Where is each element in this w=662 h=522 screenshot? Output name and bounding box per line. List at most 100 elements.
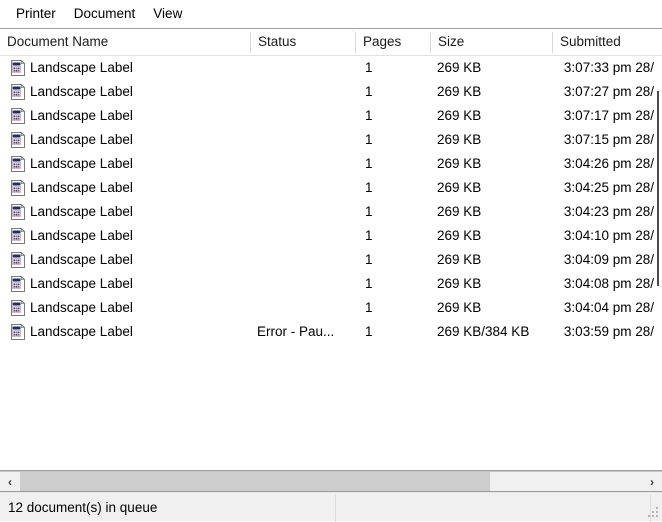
column-header-document-name[interactable]: Document Name xyxy=(0,29,250,55)
column-header-pages[interactable]: Pages xyxy=(356,29,430,55)
cell-status xyxy=(250,128,350,152)
cell-pages: 1 xyxy=(365,324,373,339)
cell-size: 269 KB xyxy=(437,108,482,123)
cell-pages: 1 xyxy=(365,204,373,219)
cell-status xyxy=(250,272,350,296)
cell-submitted: 3:07:33 pm 28/ xyxy=(563,60,654,75)
document-icon xyxy=(11,204,26,220)
menu-view[interactable]: View xyxy=(144,3,191,26)
cell-size: 269 KB xyxy=(437,60,482,75)
table-row[interactable]: Landscape Label 1 269 KB 3:04:10 pm 28/ xyxy=(0,224,662,248)
cell-size: 269 KB xyxy=(437,180,482,195)
cell-submitted: 3:04:23 pm 28/ xyxy=(563,204,654,219)
scrollbar-track[interactable] xyxy=(20,472,642,491)
cell-pages: 1 xyxy=(365,132,373,147)
column-header-submitted[interactable]: Submitted xyxy=(553,29,662,55)
cell-status xyxy=(250,104,350,128)
menu-printer[interactable]: Printer xyxy=(7,3,65,26)
document-icon xyxy=(11,132,26,148)
status-bar-divider-1 xyxy=(335,495,336,522)
table-row[interactable]: Landscape Label 1 269 KB 3:04:04 pm 28/ xyxy=(0,296,662,320)
document-icon xyxy=(11,300,26,316)
cell-submitted: 3:04:10 pm 28/ xyxy=(563,228,654,243)
menu-bar: Printer Document View xyxy=(0,0,662,28)
cell-size: 269 KB/384 KB xyxy=(437,324,530,339)
table-row[interactable]: Landscape Label 1 269 KB 3:04:25 pm 28/ xyxy=(0,176,662,200)
cell-document-name: Landscape Label xyxy=(30,252,133,267)
cell-status xyxy=(250,248,350,272)
cell-pages: 1 xyxy=(365,276,373,291)
cell-submitted: 3:04:08 pm 28/ xyxy=(563,276,654,291)
column-header-size[interactable]: Size xyxy=(431,29,552,55)
cell-size: 269 KB xyxy=(437,252,482,267)
cell-size: 269 KB xyxy=(437,84,482,99)
table-row[interactable]: Landscape Label Error - Pau... 1 269 KB/384… xyxy=(0,320,662,344)
cell-document-name: Landscape Label xyxy=(30,228,133,243)
table-row[interactable]: Landscape Label 1 269 KB 3:04:09 pm 28/ xyxy=(0,248,662,272)
document-icon xyxy=(11,156,26,172)
cell-submitted: 3:04:26 pm 28/ xyxy=(563,156,654,171)
status-bar-text: 12 document(s) in queue xyxy=(8,500,158,515)
cell-pages: 1 xyxy=(365,84,373,99)
cell-submitted: 3:07:17 pm 28/ xyxy=(563,108,654,123)
cell-document-name: Landscape Label xyxy=(30,156,133,171)
cell-pages: 1 xyxy=(365,156,373,171)
cell-status xyxy=(250,176,350,200)
document-icon xyxy=(11,228,26,244)
cell-document-name: Landscape Label xyxy=(30,276,133,291)
table-row[interactable]: Landscape Label 1 269 KB 3:04:08 pm 28/ xyxy=(0,272,662,296)
cell-status xyxy=(250,80,350,104)
cell-document-name: Landscape Label xyxy=(30,324,133,339)
table-row[interactable]: Landscape Label 1 269 KB 3:07:17 pm 28/ xyxy=(0,104,662,128)
cell-size: 269 KB xyxy=(437,300,482,315)
cell-pages: 1 xyxy=(365,108,373,123)
cell-pages: 1 xyxy=(365,228,373,243)
table-row[interactable]: Landscape Label 1 269 KB 3:04:26 pm 28/ xyxy=(0,152,662,176)
cell-status: Error - Pau... xyxy=(257,324,335,339)
cell-status xyxy=(250,224,350,248)
document-icon xyxy=(11,276,26,292)
cell-size: 269 KB xyxy=(437,204,482,219)
table-row[interactable]: Landscape Label 1 269 KB 3:07:27 pm 28/ xyxy=(0,80,662,104)
list-right-edge-sliver xyxy=(657,91,659,286)
resize-grip-icon[interactable] xyxy=(648,507,660,519)
cell-submitted: 3:07:15 pm 28/ xyxy=(563,132,654,147)
cell-submitted: 3:04:09 pm 28/ xyxy=(563,252,654,267)
document-icon xyxy=(11,84,26,100)
cell-status xyxy=(250,296,350,320)
table-row[interactable]: Landscape Label 1 269 KB 3:07:15 pm 28/ xyxy=(0,128,662,152)
scroll-right-arrow-icon[interactable]: › xyxy=(642,472,662,491)
cell-submitted: 3:04:04 pm 28/ xyxy=(563,300,654,315)
scroll-left-arrow-icon[interactable]: ‹ xyxy=(0,472,20,491)
table-header-row: Document Name Status Pages Size Submitte… xyxy=(0,29,662,56)
document-icon xyxy=(11,252,26,268)
document-icon xyxy=(11,60,26,76)
menu-document[interactable]: Document xyxy=(65,3,145,26)
cell-status xyxy=(250,152,350,176)
cell-submitted: 3:07:27 pm 28/ xyxy=(563,84,654,99)
cell-document-name: Landscape Label xyxy=(30,132,133,147)
table-row[interactable]: Landscape Label 1 269 KB 3:04:23 pm 28/ xyxy=(0,200,662,224)
horizontal-scrollbar[interactable]: ‹ › xyxy=(0,471,662,492)
cell-submitted: 3:04:25 pm 28/ xyxy=(563,180,654,195)
cell-pages: 1 xyxy=(365,180,373,195)
scrollbar-thumb[interactable] xyxy=(20,472,490,491)
cell-pages: 1 xyxy=(365,60,373,75)
cell-document-name: Landscape Label xyxy=(30,180,133,195)
document-icon xyxy=(11,108,26,124)
cell-status xyxy=(250,200,350,224)
cell-document-name: Landscape Label xyxy=(30,60,133,75)
table-body: Landscape Label 1 269 KB 3:07:33 pm 28/Land… xyxy=(0,56,662,344)
print-jobs-list: Document Name Status Pages Size Submitte… xyxy=(0,28,662,471)
cell-document-name: Landscape Label xyxy=(30,108,133,123)
cell-pages: 1 xyxy=(365,300,373,315)
cell-submitted: 3:03:59 pm 28/ xyxy=(563,324,654,339)
cell-size: 269 KB xyxy=(437,132,482,147)
cell-pages: 1 xyxy=(365,252,373,267)
print-queue-window: Printer Document View Document Name Stat… xyxy=(0,0,662,522)
status-bar: 12 document(s) in queue xyxy=(0,492,662,522)
column-header-status[interactable]: Status xyxy=(251,29,355,55)
document-icon xyxy=(11,180,26,196)
table-row[interactable]: Landscape Label 1 269 KB 3:07:33 pm 28/ xyxy=(0,56,662,80)
cell-size: 269 KB xyxy=(437,228,482,243)
